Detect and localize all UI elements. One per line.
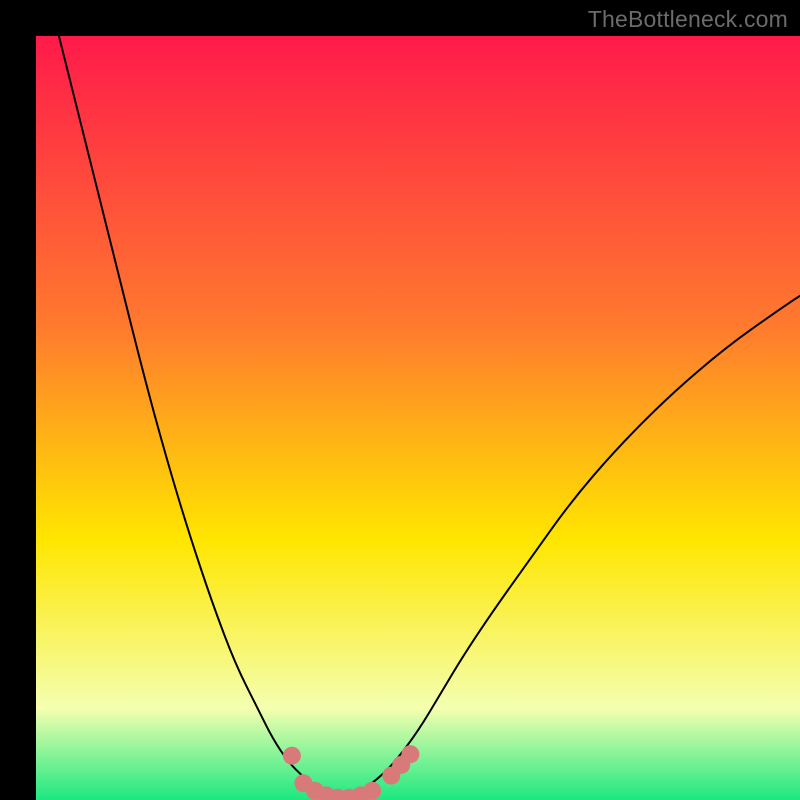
highlight-dot [363, 782, 381, 800]
highlight-dot [283, 747, 301, 765]
highlight-dot [401, 745, 419, 763]
chart-svg [36, 36, 800, 800]
chart-canvas [36, 36, 800, 800]
watermark-text: TheBottleneck.com [588, 6, 788, 33]
chart-background [36, 36, 800, 800]
